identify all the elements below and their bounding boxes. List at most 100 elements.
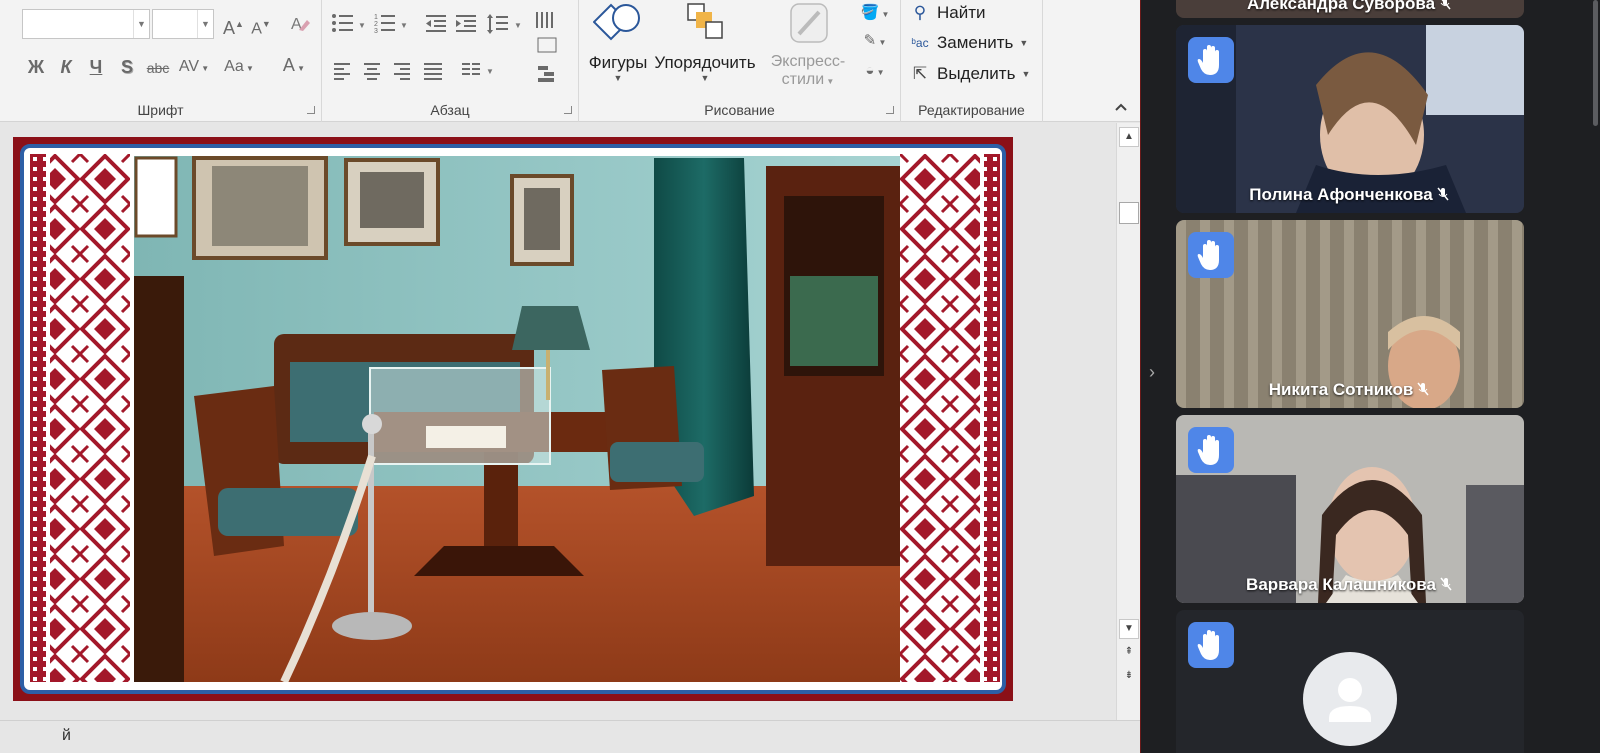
participant-tile[interactable]: Никита Сотников: [1176, 220, 1524, 408]
cursor-icon: ⇱: [912, 64, 928, 83]
replace-icon: ᵇac: [911, 36, 929, 50]
dialog-launcher-icon[interactable]: [307, 106, 315, 114]
participant-name: Никита Сотников: [1176, 380, 1524, 400]
participant-name: Александра Суворова: [1176, 0, 1524, 14]
participant-tile[interactable]: Полина Афонченкова: [1176, 25, 1524, 213]
svg-text:▼: ▼: [400, 21, 408, 30]
strikethrough-button[interactable]: abc: [144, 57, 172, 79]
underline-button[interactable]: Ч: [85, 56, 107, 78]
raised-hand-icon: [1197, 630, 1219, 660]
svg-text:1: 1: [374, 14, 378, 21]
columns-icon: [462, 63, 480, 75]
shrink-font-button[interactable]: A▼: [251, 13, 271, 40]
participant-name: Полина Афонченкова: [1176, 185, 1524, 205]
raised-hand-badge: [1188, 622, 1234, 668]
presentation-app: ▼ ▼ A▲ A▼ A Ж К Ч S abc AV ▼ Aa ▼ A ▼ Шр…: [0, 0, 1163, 753]
grow-font-button[interactable]: A▲: [223, 13, 244, 39]
font-name-combo[interactable]: ▼: [22, 9, 150, 39]
clear-formatting-button[interactable]: A: [288, 12, 312, 39]
increase-indent-icon: [456, 15, 476, 32]
bold-button[interactable]: Ж: [25, 56, 47, 78]
mic-off-icon: [1417, 382, 1429, 396]
shapes-icon: [592, 3, 640, 41]
find-button[interactable]: ⚲ Найти: [909, 0, 986, 26]
font-color-button[interactable]: A ▼: [276, 54, 312, 80]
select-button[interactable]: ⇱ Выделить ▼: [909, 61, 1030, 87]
collapse-ribbon-icon[interactable]: [1114, 100, 1128, 114]
avatar: [1303, 652, 1397, 746]
participant-name: Варвара Калашникова: [1176, 575, 1524, 595]
change-case-button[interactable]: Aa ▼: [220, 56, 258, 80]
previous-slide-button[interactable]: ⇞: [1119, 643, 1139, 663]
raised-hand-badge: [1188, 427, 1234, 473]
shape-outline-button[interactable]: ✎ ▼: [855, 30, 895, 54]
paragraph-group: ▼ 123 ▼ ▼ ▼ Абзац: [322, 0, 579, 122]
shadow-button[interactable]: S: [116, 56, 138, 78]
italic-button[interactable]: К: [55, 56, 77, 78]
svg-text:A: A: [291, 16, 302, 33]
font-size-combo[interactable]: ▼: [152, 9, 214, 39]
align-left-icon: [334, 63, 350, 80]
participant-tile[interactable]: [1176, 610, 1524, 753]
align-right-icon: [394, 63, 410, 80]
editing-group: ⚲ Найти ᵇac Заменить ▼ ⇱ Выделить ▼ Редактиро…: [901, 0, 1043, 122]
line-spacing-icon: [487, 14, 508, 34]
search-icon: ⚲: [913, 3, 927, 22]
status-text: й: [62, 727, 71, 744]
next-slide-button[interactable]: ⇟: [1119, 667, 1139, 687]
text-direction-icon: [536, 12, 553, 28]
arrange-button[interactable]: Упорядочить ▼: [653, 0, 757, 83]
room-photo: [134, 156, 900, 682]
bullets-icon: [332, 14, 353, 32]
character-spacing-button[interactable]: AV ▼: [176, 56, 212, 80]
panel-scrollbar[interactable]: [1592, 0, 1600, 753]
left-ornament: [30, 154, 130, 682]
raised-hand-icon: [1197, 240, 1219, 270]
shapes-button[interactable]: Фигуры ▼: [583, 0, 653, 83]
dialog-launcher-icon[interactable]: [564, 106, 572, 114]
ribbon: ▼ ▼ A▲ A▼ A Ж К Ч S abc AV ▼ Aa ▼ A ▼ Шр…: [0, 0, 1163, 122]
mic-off-icon: [1440, 577, 1452, 591]
clear-formatting-icon: A: [291, 16, 310, 33]
right-ornament: [900, 154, 1000, 682]
slide-content: [20, 144, 1006, 694]
raised-hand-badge: [1188, 232, 1234, 278]
drawing-group-label: Рисование: [704, 102, 775, 118]
decrease-indent-icon: [426, 15, 446, 32]
replace-button[interactable]: ᵇac Заменить ▼: [909, 30, 1028, 56]
dialog-launcher-icon[interactable]: [886, 106, 894, 114]
raised-hand-badge: [1188, 37, 1234, 83]
chevron-down-icon: ▼: [197, 10, 213, 38]
editing-group-label: Редактирование: [918, 102, 1025, 118]
paint-bucket-icon: 🪣: [860, 4, 880, 21]
shape-effects-button[interactable]: ◒ ▼: [855, 60, 895, 84]
scroll-thumb[interactable]: [1119, 202, 1139, 224]
raised-hand-icon: [1197, 45, 1219, 75]
participant-tile[interactable]: Варвара Калашникова: [1176, 415, 1524, 603]
quick-styles-button[interactable]: Экспресс- стили ▼: [761, 0, 855, 89]
justify-icon: [424, 63, 442, 80]
align-center-icon: [364, 63, 380, 80]
chevron-right-icon[interactable]: ›: [1149, 362, 1163, 382]
svg-text:▼: ▼: [358, 21, 366, 30]
raised-hand-icon: [1197, 435, 1219, 465]
panel-scroll-thumb[interactable]: [1593, 0, 1598, 126]
vertical-scrollbar[interactable]: ▲ ▼ ⇞ ⇟: [1116, 123, 1140, 720]
numbering-icon: 123: [374, 14, 395, 35]
mic-off-icon: [1440, 0, 1451, 10]
participants-panel: › Александра Суворова Полина Афонченкова…: [1149, 0, 1600, 753]
chevron-down-icon: ▼: [133, 10, 149, 38]
svg-text:▼: ▼: [486, 67, 494, 76]
smartart-icon: [538, 66, 554, 82]
align-text-icon: [537, 37, 557, 53]
quick-styles-icon: [790, 3, 828, 43]
status-bar: й: [0, 720, 1140, 753]
participant-tile[interactable]: Александра Суворова: [1176, 0, 1524, 18]
paragraph-group-label: Абзац: [430, 102, 470, 118]
scroll-down-button[interactable]: ▼: [1119, 619, 1139, 639]
slide[interactable]: [13, 137, 1013, 701]
scroll-up-button[interactable]: ▲: [1119, 127, 1139, 147]
shape-fill-button[interactable]: 🪣 ▼: [855, 2, 895, 26]
mic-off-icon: [1437, 187, 1449, 201]
font-group-label: Шрифт: [137, 102, 184, 118]
